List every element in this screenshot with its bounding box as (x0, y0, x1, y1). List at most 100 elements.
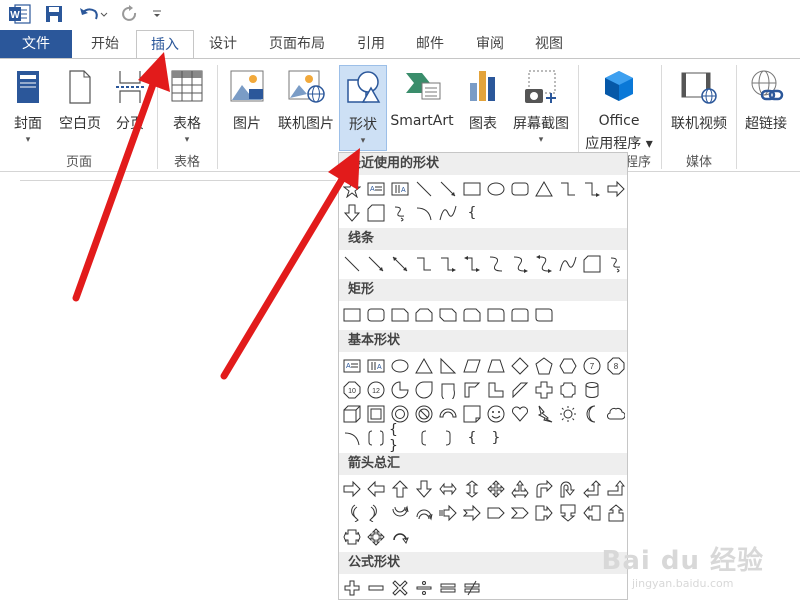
hexagon-shape[interactable] (557, 355, 579, 377)
quad-arrow-callout-shape[interactable] (365, 526, 387, 548)
math-not-equal-shape[interactable] (461, 577, 483, 599)
elbow-connector-shape[interactable] (413, 253, 435, 275)
elbow-connector-shape[interactable] (557, 178, 579, 200)
parallelogram-shape[interactable] (461, 355, 483, 377)
arc-shape[interactable] (341, 427, 363, 449)
heart-shape[interactable] (509, 403, 531, 425)
office-apps-button[interactable]: Office 应用程序 ▾ (582, 65, 656, 152)
can-shape[interactable] (581, 379, 603, 401)
cube-shape[interactable] (341, 403, 363, 425)
right-arrow-shape[interactable] (605, 178, 627, 200)
star-shape[interactable] (341, 178, 363, 200)
elbow-double-arrow-connector-shape[interactable] (461, 253, 483, 275)
left-bracket-shape[interactable] (413, 427, 435, 449)
curve-shape[interactable] (437, 202, 459, 224)
snip-same-side-rectangle-shape[interactable] (413, 304, 435, 326)
curved-left-arrow-shape[interactable] (365, 502, 387, 524)
arrow-line-shape[interactable] (365, 253, 387, 275)
math-plus-shape[interactable] (341, 577, 363, 599)
curve-shape[interactable] (557, 253, 579, 275)
triangle-shape[interactable] (413, 355, 435, 377)
moon-shape[interactable] (581, 403, 603, 425)
round-same-side-rectangle-shape[interactable] (509, 304, 531, 326)
save-icon[interactable] (44, 4, 64, 24)
bent-arrow-shape[interactable] (533, 478, 555, 500)
left-right-up-arrow-shape[interactable] (509, 478, 531, 500)
right-arrow-shape[interactable] (341, 478, 363, 500)
online-picture-button[interactable]: 联机图片 (274, 65, 338, 151)
right-arrow-callout-shape[interactable] (533, 502, 555, 524)
up-arrow-callout-shape[interactable] (605, 502, 627, 524)
tab-page-layout[interactable]: 页面布局 (254, 30, 340, 58)
oval-shape[interactable] (389, 355, 411, 377)
right-bracket-shape[interactable] (437, 427, 459, 449)
up-down-arrow-shape[interactable] (461, 478, 483, 500)
snip-single-corner-rectangle-shape[interactable] (389, 304, 411, 326)
hyperlink-button[interactable]: 超链接 (740, 65, 792, 151)
snip-diagonal-rectangle-shape[interactable] (437, 304, 459, 326)
vertical-text-box-shape[interactable]: A (365, 355, 387, 377)
tab-review[interactable]: 审阅 (462, 30, 518, 58)
double-arrow-line-shape[interactable] (389, 253, 411, 275)
curved-connector-shape[interactable] (485, 253, 507, 275)
double-brace-shape[interactable]: { } (389, 422, 411, 454)
trapezoid-shape[interactable] (485, 355, 507, 377)
curved-right-arrow-shape[interactable] (341, 502, 363, 524)
heptagon-shape[interactable]: 7 (581, 355, 603, 377)
freeform-scribble-shape[interactable] (605, 253, 627, 275)
math-multiply-shape[interactable] (389, 577, 411, 599)
plaque-shape[interactable] (557, 379, 579, 401)
left-up-arrow-shape[interactable] (581, 478, 603, 500)
quad-arrow-shape[interactable] (485, 478, 507, 500)
arrow-line-shape[interactable] (437, 178, 459, 200)
teardrop-shape[interactable] (413, 379, 435, 401)
left-brace-shape[interactable]: { (461, 202, 483, 224)
double-bracket-shape[interactable] (365, 427, 387, 449)
left-right-arrow-callout-shape[interactable] (341, 526, 363, 548)
math-equal-shape[interactable] (437, 577, 459, 599)
curved-arrow-connector-shape[interactable] (509, 253, 531, 275)
triangle-shape[interactable] (533, 178, 555, 200)
picture-button[interactable]: 图片 (224, 65, 270, 151)
redo-icon[interactable] (120, 4, 140, 24)
tab-home[interactable]: 开始 (76, 30, 134, 58)
left-brace-shape[interactable]: { (461, 427, 483, 449)
freeform-shape[interactable] (581, 253, 603, 275)
text-box-shape[interactable]: A (341, 355, 363, 377)
tab-design[interactable]: 设计 (196, 30, 250, 58)
curved-up-arrow-shape[interactable] (389, 502, 411, 524)
block-arc-shape[interactable] (437, 403, 459, 425)
word-logo-icon[interactable]: W (8, 4, 32, 24)
pentagon-arrow-shape[interactable] (485, 502, 507, 524)
table-button[interactable]: 表格 ▾ (162, 65, 212, 151)
l-shape[interactable] (485, 379, 507, 401)
blank-page-button[interactable]: 空白页 (54, 65, 106, 151)
rounded-rectangle-shape[interactable] (365, 304, 387, 326)
bevel-shape[interactable] (365, 403, 387, 425)
striped-right-arrow-shape[interactable] (437, 502, 459, 524)
smartart-button[interactable]: SmartArt (388, 65, 456, 151)
tab-file[interactable]: 文件 (0, 30, 72, 58)
line-shape[interactable] (341, 253, 363, 275)
curved-down-arrow-shape[interactable] (413, 502, 435, 524)
customize-qat-icon[interactable] (150, 4, 164, 24)
chevron-shape[interactable] (509, 502, 531, 524)
chart-button[interactable]: 图表 (460, 65, 506, 151)
pie-shape[interactable] (389, 379, 411, 401)
cross-shape[interactable] (533, 379, 555, 401)
tab-references[interactable]: 引用 (344, 30, 398, 58)
cover-page-button[interactable]: 封面 ▾ (6, 65, 50, 151)
circular-arrow-shape[interactable] (389, 526, 411, 548)
pentagon-shape[interactable] (533, 355, 555, 377)
octagon-shape[interactable]: 8 (605, 355, 627, 377)
lightning-bolt-shape[interactable] (533, 403, 555, 425)
snip-round-rectangle-shape[interactable] (461, 304, 483, 326)
notched-right-arrow-shape[interactable] (461, 502, 483, 524)
left-arrow-callout-shape[interactable] (581, 502, 603, 524)
right-brace-shape[interactable]: } (485, 427, 507, 449)
math-minus-shape[interactable] (365, 577, 387, 599)
rectangle-shape[interactable] (341, 304, 363, 326)
diamond-shape[interactable] (509, 355, 531, 377)
arc-shape[interactable] (413, 202, 435, 224)
frame-shape[interactable] (461, 379, 483, 401)
